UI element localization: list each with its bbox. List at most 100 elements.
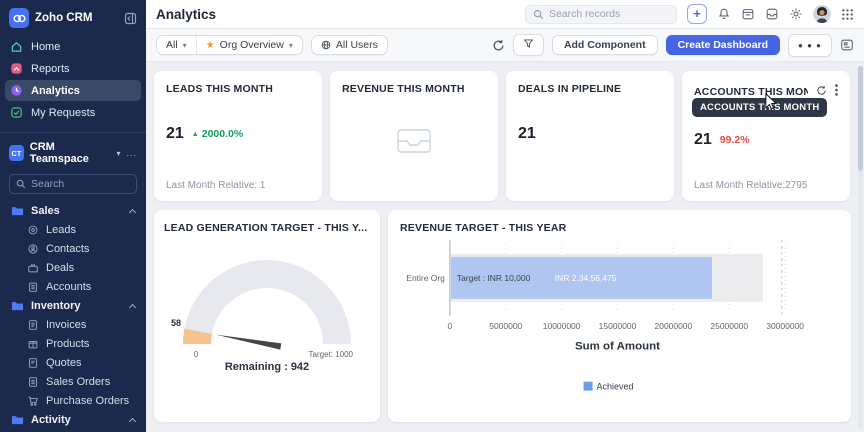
global-search[interactable]: [525, 5, 677, 24]
bell-icon[interactable]: [717, 7, 731, 21]
kpi-card-1[interactable]: LEADS THIS MONTH 21 ▲2000.0% Last Month Rel…: [154, 71, 322, 201]
chevron-up-icon[interactable]: [129, 208, 136, 215]
tree-item-leads[interactable]: Leads: [0, 220, 146, 239]
kpi-delta-value: 2000.0%: [202, 128, 243, 140]
bar-chart-title: REVENUE TARGET - THIS YEAR: [400, 222, 839, 234]
chevron-down-icon: ▾: [116, 149, 120, 158]
mouse-cursor-icon: [764, 93, 779, 115]
kpi-title: REVENUE THIS MONTH: [342, 83, 465, 95]
dashboard-view-dropdown[interactable]: ★ Org Overview ▾: [197, 36, 302, 54]
tree-folder-label: Sales: [31, 205, 60, 217]
kpi-card-2[interactable]: REVENUE THIS MONTH: [330, 71, 498, 201]
app-title: Zoho CRM: [35, 12, 118, 24]
kpi-card-3[interactable]: DEALS IN PIPELINE 21: [506, 71, 674, 201]
chevron-up-icon[interactable]: [129, 303, 136, 310]
tree-item-label: Leads: [46, 224, 76, 236]
add-component-button[interactable]: Add Component: [552, 35, 658, 55]
filter-button[interactable]: [513, 34, 544, 56]
kpi-value: 21: [166, 125, 184, 143]
invoices-icon: [27, 319, 39, 331]
create-dashboard-button[interactable]: Create Dashboard: [666, 35, 780, 55]
sidebar-divider: [0, 132, 146, 133]
inbox-icon[interactable]: [765, 7, 779, 21]
more-options-button[interactable]: ● ● ●: [788, 34, 832, 57]
svg-text:10000000: 10000000: [543, 321, 581, 331]
requests-icon: [10, 106, 23, 119]
teamspace-selector[interactable]: CT CRM Teamspace ▾ ...: [0, 138, 146, 168]
tree-folder-activity[interactable]: Activity: [0, 410, 146, 429]
all-users-chip[interactable]: All Users: [311, 35, 388, 55]
charts-row: LEAD GENERATION TARGET - THIS Y... 580Ta…: [154, 210, 851, 422]
kpi-value-row: 2199.2%: [694, 131, 838, 149]
tree-item-quotes[interactable]: Quotes: [0, 353, 146, 372]
tree-folder-sales[interactable]: Sales: [0, 201, 146, 220]
kpi-title: LEADS THIS MONTH: [166, 83, 273, 95]
kebab-menu-icon[interactable]: [835, 83, 838, 101]
top-bar: Analytics +: [146, 0, 864, 29]
sales-orders-icon: [27, 376, 39, 388]
page-title: Analytics: [156, 7, 515, 22]
sidebar-item-reports[interactable]: Reports: [5, 58, 141, 79]
apps-grid-icon[interactable]: [841, 8, 854, 21]
svg-text:Sum of Amount: Sum of Amount: [575, 341, 660, 353]
leads-icon: [27, 224, 39, 236]
gauge-chart: 580Target: 1000Remaining : 942: [164, 234, 370, 386]
teamspace-more-icon[interactable]: ...: [126, 148, 137, 158]
kpi-delta-value: 99.2%: [720, 134, 750, 146]
bar-chart-card[interactable]: REVENUE TARGET - THIS YEAR Entire OrgTar…: [388, 210, 851, 422]
calendar-icon[interactable]: [741, 7, 755, 21]
analytics-icon: [10, 84, 23, 97]
tree-item-contacts[interactable]: Contacts: [0, 239, 146, 258]
chevron-up-icon[interactable]: [129, 417, 136, 424]
tree-item-label: Quotes: [46, 357, 81, 369]
bar-chart: Entire OrgTarget : INR 10,000INR 2,34,56…: [400, 234, 839, 406]
sidebar-item-my-requests[interactable]: My Requests: [5, 102, 141, 123]
funnel-icon: [523, 38, 534, 49]
refresh-icon[interactable]: [492, 39, 505, 52]
svg-text:Target: 1000: Target: 1000: [309, 350, 354, 359]
filter-all-dropdown[interactable]: All ▾: [157, 36, 196, 54]
sidebar-item-home[interactable]: Home: [5, 36, 141, 57]
kpi-footer: Last Month Relative: 1: [166, 180, 310, 191]
kpi-delta: ▲2000.0%: [192, 128, 243, 140]
quick-create-button[interactable]: +: [687, 4, 707, 24]
avatar[interactable]: [813, 5, 831, 23]
tree-folder-inventory[interactable]: Inventory: [0, 296, 146, 315]
gauge-chart-title: LEAD GENERATION TARGET - THIS Y...: [164, 222, 370, 234]
sidebar-nav: HomeReportsAnalyticsMy Requests: [0, 35, 146, 124]
sidebar-item-analytics[interactable]: Analytics: [5, 80, 141, 101]
kpi-title-row: LEADS THIS MONTH: [166, 83, 310, 95]
global-search-input[interactable]: [549, 8, 669, 20]
tree-item-invoices[interactable]: Invoices: [0, 315, 146, 334]
inbox-tray-icon: [396, 128, 432, 159]
search-icon: [16, 179, 26, 189]
sidebar-search-input[interactable]: [31, 178, 130, 190]
trend-up-icon: ▲: [192, 131, 199, 138]
star-icon: ★: [206, 40, 215, 51]
dashboard-content: LEADS THIS MONTH 21 ▲2000.0% Last Month Rel…: [146, 62, 864, 432]
kpi-title: DEALS IN PIPELINE: [518, 83, 621, 95]
gear-icon[interactable]: [789, 7, 803, 21]
kpi-card-4[interactable]: ACCOUNTS THIS MON...ACCOUNTS THIS MONTH2…: [682, 71, 850, 201]
all-users-label: All Users: [336, 39, 378, 51]
slideshow-icon[interactable]: [840, 38, 854, 52]
tree-item-accounts[interactable]: Accounts: [0, 277, 146, 296]
svg-text:Achieved: Achieved: [597, 382, 634, 392]
dashboard-view-label: Org Overview: [220, 39, 284, 51]
tree-item-products[interactable]: Products: [0, 334, 146, 353]
kpi-value-row: 21 ▲2000.0%: [166, 125, 310, 143]
kpi-value: 21: [518, 125, 536, 143]
vertical-scrollbar[interactable]: [858, 66, 863, 429]
tree-item-label: Sales Orders: [46, 376, 110, 388]
sidebar-collapse-icon[interactable]: [124, 12, 137, 25]
tree-item-sales-orders[interactable]: Sales Orders: [0, 372, 146, 391]
kpi-row: LEADS THIS MONTH 21 ▲2000.0% Last Month Rel…: [154, 71, 851, 201]
gauge-chart-card[interactable]: LEAD GENERATION TARGET - THIS Y... 580Ta…: [154, 210, 380, 422]
scrollbar-thumb[interactable]: [858, 66, 863, 171]
tree-item-deals[interactable]: Deals: [0, 258, 146, 277]
dashboard-filter-group: All ▾ ★ Org Overview ▾: [156, 35, 303, 55]
tree-item-purchase-orders[interactable]: Purchase Orders: [0, 391, 146, 410]
sidebar-search[interactable]: [9, 174, 137, 194]
svg-text:Remaining : 942: Remaining : 942: [225, 361, 309, 373]
chevron-down-icon: ▾: [289, 41, 293, 50]
